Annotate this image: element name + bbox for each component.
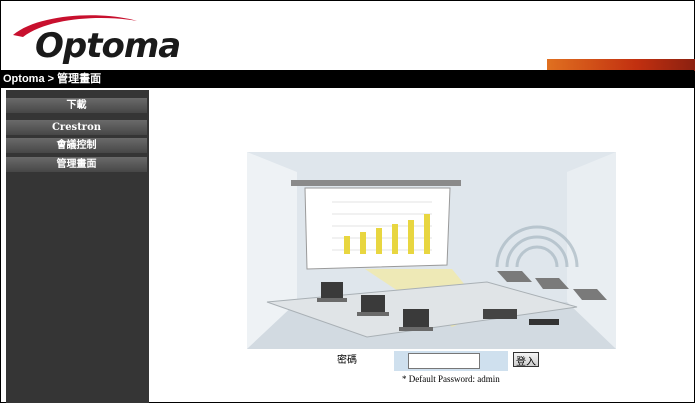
password-label: 密碼 bbox=[327, 351, 392, 371]
sidebar-item-meeting-control[interactable]: 會議控制 bbox=[6, 138, 147, 153]
default-password-hint: * Default Password: admin bbox=[402, 374, 500, 384]
header: Optoma bbox=[1, 1, 695, 71]
password-input[interactable] bbox=[408, 353, 480, 369]
optoma-logo: Optoma bbox=[35, 26, 181, 66]
sidebar bbox=[6, 90, 149, 403]
sidebar-item-admin[interactable]: 管理畫面 bbox=[6, 157, 147, 172]
sidebar-item-crestron[interactable]: Crestron bbox=[6, 120, 147, 135]
breadcrumb: Optoma > 管理畫面 bbox=[1, 70, 694, 88]
sidebar-item-download[interactable]: 下載 bbox=[6, 98, 147, 113]
password-input-cell bbox=[394, 351, 508, 371]
conference-room-illustration bbox=[247, 152, 616, 349]
login-button[interactable]: 登入 bbox=[513, 352, 539, 368]
